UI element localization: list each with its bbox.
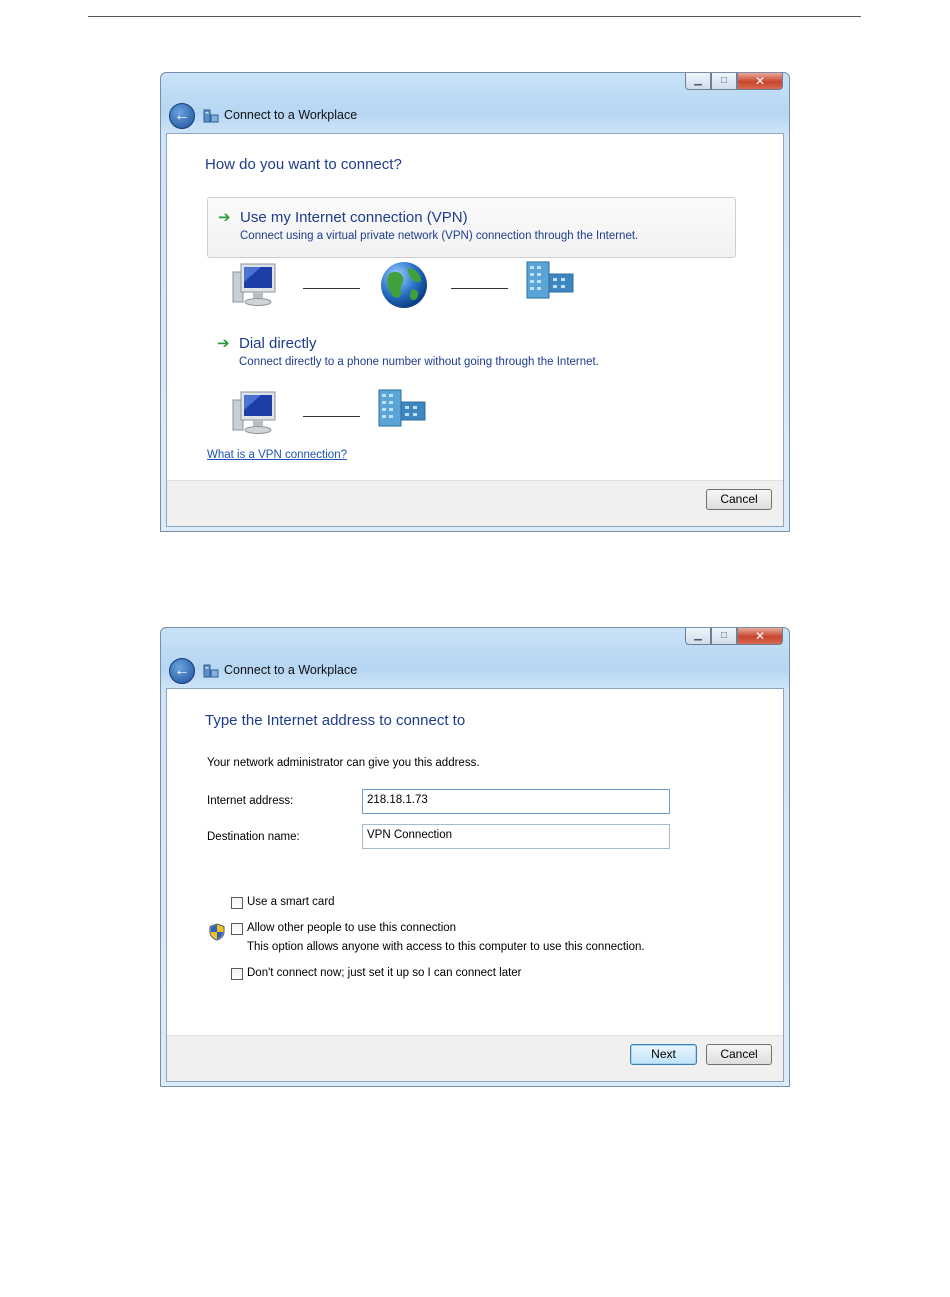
option-dial-title: Dial directly (239, 335, 317, 352)
back-arrow-icon: ← (174, 662, 190, 679)
destination-name-field[interactable]: VPN Connection (362, 824, 670, 849)
computer-icon (232, 391, 276, 434)
allow-others-label: Allow other people to use this connectio… (247, 922, 457, 934)
dialog-footer: Next Cancel (167, 1035, 783, 1081)
caption-buttons: ▁ □ ✕ (685, 628, 783, 646)
connection-line (451, 288, 508, 289)
caption-buttons: ▁ □ ✕ (685, 73, 783, 91)
allow-others-note: This option allows anyone with access to… (247, 941, 645, 953)
dialog-footer: Cancel (167, 480, 783, 526)
smart-card-checkbox[interactable] (231, 897, 243, 909)
cancel-button[interactable]: Cancel (706, 489, 772, 510)
page-top-rule (88, 16, 861, 17)
option-dial-description: Connect directly to a phone number witho… (239, 356, 599, 368)
maximize-button[interactable]: □ (711, 628, 737, 645)
globe-icon (381, 262, 427, 308)
smart-card-label: Use a smart card (247, 896, 335, 908)
page-heading: How do you want to connect? (205, 156, 402, 173)
content-area: Type the Internet address to connect to … (166, 688, 784, 1082)
dont-connect-checkbox[interactable] (231, 968, 243, 980)
option-vpn-description: Connect using a virtual private network … (240, 230, 639, 242)
option-vpn-title: Use my Internet connection (VPN) (240, 209, 468, 226)
option-dial[interactable]: ➔ Dial directly Connect directly to a ph… (207, 330, 736, 374)
dont-connect-label: Don't connect now; just set it up so I c… (247, 967, 522, 979)
computer-icon (232, 263, 276, 306)
instruction-text: Your network administrator can give you … (207, 757, 480, 769)
building-icon (378, 389, 426, 427)
option-vpn[interactable]: ➔ Use my Internet connection (VPN) Conne… (207, 197, 736, 258)
green-arrow-icon: ➔ (217, 335, 230, 352)
next-button[interactable]: Next (630, 1044, 697, 1065)
page-heading: Type the Internet address to connect to (205, 712, 466, 729)
connection-line (303, 288, 360, 289)
minimize-button[interactable]: ▁ (685, 628, 711, 645)
uac-shield-icon (209, 923, 225, 941)
network-icon (203, 664, 219, 678)
green-arrow-icon: ➔ (218, 209, 231, 226)
window-title: Connect to a Workplace (224, 108, 358, 122)
back-button[interactable]: ← (169, 658, 195, 684)
back-button[interactable]: ← (169, 103, 195, 129)
internet-address-field[interactable]: 218.18.1.73 (362, 789, 670, 814)
cancel-button[interactable]: Cancel (706, 1044, 772, 1065)
connect-workplace-window-1: ▁ □ ✕ ← Connect to a Workplace How do yo… (160, 72, 790, 532)
connection-line (303, 416, 360, 417)
building-icon (526, 261, 574, 299)
content-area: How do you want to connect? ➔ Use my Int… (166, 133, 784, 527)
window-title: Connect to a Workplace (224, 663, 358, 677)
minimize-button[interactable]: ▁ (685, 73, 711, 90)
connect-workplace-window-2: ▁ □ ✕ ← Connect to a Workplace Type the … (160, 627, 790, 1087)
destination-name-label: Destination name: (207, 831, 300, 843)
maximize-button[interactable]: □ (711, 73, 737, 90)
close-button[interactable]: ✕ (737, 73, 783, 90)
internet-address-label: Internet address: (207, 795, 294, 807)
close-button[interactable]: ✕ (737, 628, 783, 645)
allow-others-checkbox[interactable] (231, 923, 243, 935)
network-icon (203, 109, 219, 123)
back-arrow-icon: ← (174, 107, 190, 124)
vpn-help-link[interactable]: What is a VPN connection? (207, 449, 347, 461)
